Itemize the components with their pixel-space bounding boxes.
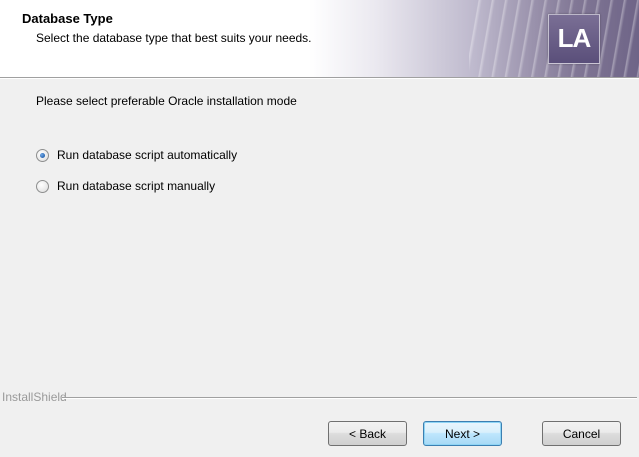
cancel-button[interactable]: Cancel	[542, 421, 621, 446]
page-subtitle: Select the database type that best suits…	[36, 31, 312, 45]
radio-button-unselected[interactable]	[36, 179, 49, 193]
installshield-brand: InstallShield	[2, 390, 67, 404]
product-logo: LA	[548, 14, 600, 64]
next-button[interactable]: Next >	[423, 421, 502, 446]
header-banner: Database Type Select the database type t…	[0, 0, 639, 77]
radio-button-selected[interactable]	[36, 148, 49, 162]
instruction-text: Please select preferable Oracle installa…	[36, 94, 297, 108]
option-label[interactable]: Run database script automatically	[57, 148, 237, 162]
option-run-automatically[interactable]: Run database script automatically	[36, 148, 237, 162]
option-label[interactable]: Run database script manually	[57, 179, 215, 193]
option-run-manually[interactable]: Run database script manually	[36, 179, 215, 193]
radio-dot	[40, 152, 45, 158]
back-button[interactable]: < Back	[328, 421, 407, 446]
footer-divider-highlight	[62, 398, 637, 399]
page-title: Database Type	[22, 11, 113, 26]
header-divider-highlight	[0, 78, 639, 79]
logo-text: LA	[557, 23, 592, 53]
